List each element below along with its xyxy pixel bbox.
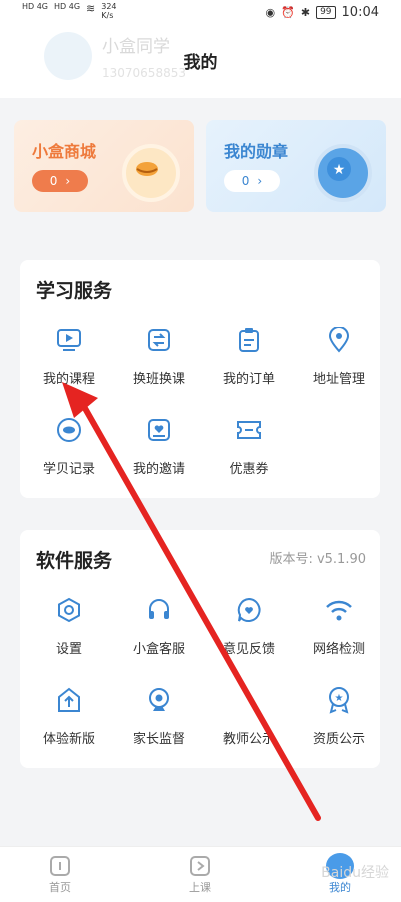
change-class-label: 换班换课: [132, 372, 185, 387]
mall-count: 0: [49, 174, 58, 188]
mall-card[interactable]: 小盒商城 0 ›: [14, 120, 194, 212]
swap-icon: [141, 322, 177, 358]
my-courses-label: 我的课程: [42, 372, 95, 387]
svg-text:★: ★: [333, 162, 346, 178]
parent-supervision-label: 家长监督: [132, 732, 185, 747]
qualification-disclosure-item[interactable]: ★ 资质公示: [294, 682, 384, 747]
video-icon: [51, 322, 87, 358]
my-courses-item[interactable]: 我的课程: [24, 322, 114, 387]
network-check-item[interactable]: 网络检测: [294, 592, 384, 657]
network-indicator-2: HD 4G: [54, 2, 81, 11]
shell-record-label: 学贝记录: [42, 462, 95, 477]
settings-label: 设置: [55, 642, 82, 657]
shell-icon: [51, 412, 87, 448]
invite-icon: [141, 412, 177, 448]
coupons-label: 优惠券: [229, 462, 269, 477]
address-management-label: 地址管理: [312, 372, 365, 387]
profile-header: 小盒同学 13070658853 我的: [0, 26, 401, 98]
version-number: 版本号: v5.1.90: [269, 552, 366, 567]
medal-star-icon: ★: [314, 144, 372, 202]
software-services-title: 软件服务: [36, 550, 113, 572]
network-indicator-1: HD 4G: [22, 2, 49, 11]
my-invitations-item[interactable]: 我的邀请: [114, 412, 204, 477]
teacher-icon: [231, 682, 267, 718]
teacher-disclosure-item[interactable]: 教师公示: [204, 682, 294, 747]
chevron-right-icon: ›: [257, 174, 263, 188]
clipboard-icon: [231, 322, 267, 358]
tab-home-label: 首页: [49, 881, 71, 894]
coupon-icon: [231, 412, 267, 448]
speed-unit: K/s: [101, 11, 114, 20]
network-speed: 324 K/s: [101, 2, 116, 20]
medal-card-title: 我的勋章: [224, 142, 289, 161]
parent-supervision-item[interactable]: 家长监督: [114, 682, 204, 747]
tab-class[interactable]: 上课: [160, 853, 240, 895]
page-title: 我的: [183, 53, 218, 73]
try-new-version-label: 体验新版: [42, 732, 95, 747]
network-check-label: 网络检测: [312, 642, 365, 657]
upgrade-icon: [51, 682, 87, 718]
medal-count-pill[interactable]: 0 ›: [224, 170, 280, 192]
try-new-version-item[interactable]: 体验新版: [24, 682, 114, 747]
mall-count-pill[interactable]: 0 ›: [32, 170, 88, 192]
my-orders-item[interactable]: 我的订单: [204, 322, 294, 387]
my-orders-label: 我的订单: [222, 372, 275, 387]
wifi-status-icon: ≋: [86, 2, 96, 15]
home-icon: [46, 853, 74, 879]
mall-lips-icon: [122, 144, 180, 202]
qualification-disclosure-label: 资质公示: [312, 732, 365, 747]
my-invitations-label: 我的邀请: [132, 462, 185, 477]
teacher-disclosure-label: 教师公示: [222, 732, 275, 747]
watermark: Baidu经验: [321, 865, 389, 881]
settings-item[interactable]: 设置: [24, 592, 114, 657]
tab-class-label: 上课: [189, 881, 211, 894]
medal-count: 0: [241, 174, 250, 188]
feedback-icon: [231, 592, 267, 628]
coupons-item[interactable]: 优惠券: [204, 412, 294, 477]
customer-service-item[interactable]: 小盒客服: [114, 592, 204, 657]
learning-services-title: 学习服务: [36, 280, 113, 302]
customer-service-label: 小盒客服: [132, 642, 185, 657]
bluetooth-icon: ✱: [300, 6, 311, 19]
headset-icon: [141, 592, 177, 628]
shell-record-item[interactable]: 学贝记录: [24, 412, 114, 477]
learning-services-section: 学习服务 我的课程 换班换课 我的订单 地址管理 学贝记录 我的邀请 优惠券: [20, 260, 380, 498]
eye-icon: ◉: [265, 6, 276, 19]
battery-indicator: 99: [316, 6, 336, 19]
tab-home[interactable]: 首页: [20, 853, 100, 895]
alarm-icon: ⏰: [281, 6, 295, 19]
software-services-section: 软件服务 版本号: v5.1.90 设置 小盒客服 意见反馈 网络检测 体验新版…: [20, 530, 380, 768]
medal-card[interactable]: 我的勋章 0 › ★: [206, 120, 386, 212]
camera-icon: [141, 682, 177, 718]
feedback-label: 意见反馈: [222, 642, 275, 657]
class-icon: [186, 853, 214, 879]
settings-icon: [51, 592, 87, 628]
status-bar: HD 4G HD 4G ≋ 324 K/s ◉ ⏰ ✱ 99 10:04: [0, 0, 401, 26]
svg-text:★: ★: [335, 693, 344, 704]
clock: 10:04: [341, 5, 379, 20]
location-icon: [321, 322, 357, 358]
feedback-item[interactable]: 意见反馈: [204, 592, 294, 657]
wifi-icon: [321, 592, 357, 628]
speed-value: 324: [101, 2, 117, 11]
mall-card-title: 小盒商城: [32, 142, 97, 161]
chevron-right-icon: ›: [65, 174, 71, 188]
change-class-item[interactable]: 换班换课: [114, 322, 204, 387]
address-management-item[interactable]: 地址管理: [294, 322, 384, 387]
award-icon: ★: [321, 682, 357, 718]
